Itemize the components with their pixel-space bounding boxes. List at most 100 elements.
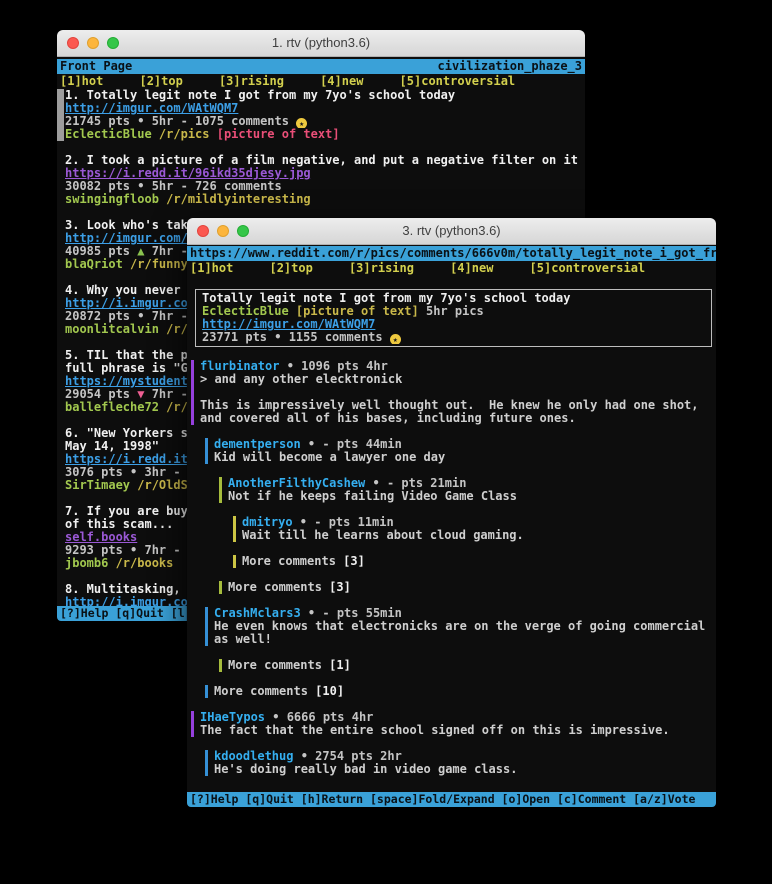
comment-author[interactable]: AnotherFilthyCashew <box>228 477 365 490</box>
post-link[interactable]: http://imgur.com/WAtWQM7 <box>65 102 238 115</box>
page-header-bar: Front Page civilization_phaze_3 <box>57 59 585 74</box>
post-link-visited[interactable]: https://i.redd.it/96ikd35djesy.jpg <box>65 167 311 180</box>
comment[interactable]: dementperson • - pts 44minKid will becom… <box>205 438 716 464</box>
meta-text: 30082 pts • 5hr - 726 comments <box>65 180 282 193</box>
subreddit-link[interactable]: /r/OldS <box>130 479 188 492</box>
comment-author[interactable]: dmitryo <box>242 516 293 529</box>
text-row: More comments [1] <box>228 659 716 672</box>
text-row: and covered all of his bases, including … <box>200 412 716 425</box>
comment[interactable]: AnotherFilthyCashew • - pts 21minNot if … <box>219 477 716 503</box>
more-comments[interactable]: More comments [3] <box>219 581 716 594</box>
comment-author[interactable]: kdoodlethug <box>214 750 293 763</box>
title-text: [3] <box>329 581 351 594</box>
post-link[interactable]: http://i.imgur.co <box>65 297 188 310</box>
more-comments[interactable]: More comments [10] <box>205 685 716 698</box>
title-text: 3. Look who's takin <box>65 219 202 232</box>
title-text: 4. Why you never <box>65 284 188 297</box>
text-row: https://i.redd.it/96ikd35djesy.jpg <box>65 167 585 180</box>
gilded-icon: ★ <box>390 334 401 344</box>
titlebar[interactable]: 3. rtv (python3.6) <box>187 218 716 245</box>
body-text: Kid will become a lawyer one day <box>214 451 445 464</box>
subreddit-link[interactable]: /r/funny <box>123 258 188 271</box>
selection-cursor <box>57 89 64 141</box>
post-item[interactable]: 2. I took a picture of a film negative, … <box>57 154 585 206</box>
body-text: and covered all of his bases, including … <box>200 412 576 425</box>
text-row: Kid will become a lawyer one day <box>214 451 716 464</box>
status-bar: [?]Help [q]Quit [h]Return [space]Fold/Ex… <box>187 792 716 807</box>
post-link[interactable]: http://imgur.com/WAtWQM7 <box>202 318 375 331</box>
subreddit-link[interactable]: /r/ <box>159 401 188 414</box>
body-text: He's doing really bad in video game clas… <box>214 763 517 776</box>
comment-list: flurbinator • 1096 pts 4hr> and any othe… <box>191 360 716 789</box>
post-link[interactable]: http://imgur.com/ <box>65 232 188 245</box>
username-link[interactable]: swingingfloob <box>65 193 159 206</box>
submission-box[interactable]: Totally legit note I got from my 7yo's s… <box>195 289 712 347</box>
text-row: EclecticBlue [picture of text] 5hr pics <box>202 305 705 318</box>
meta-text: 3076 pts • 3hr - <box>65 466 188 479</box>
text-row <box>200 386 716 399</box>
username-link[interactable]: blaQriot <box>65 258 123 271</box>
username-link[interactable]: moonlitcalvin <box>65 323 159 336</box>
title-text: [1] <box>329 659 351 672</box>
text-row: EclecticBlue /r/pics [picture of text] <box>65 128 585 141</box>
comment-author[interactable]: IHaeTypos <box>200 711 265 724</box>
text-row: 2. I took a picture of a film negative, … <box>65 154 585 167</box>
title-text: 2. I took a picture of a film negative, … <box>65 154 578 167</box>
text-row: 1. Totally legit note I got from my 7yo'… <box>65 89 585 102</box>
body-text: More comments <box>228 581 329 594</box>
comment[interactable]: kdoodlethug • 2754 pts 2hrHe's doing rea… <box>205 750 716 776</box>
text-row: Wait till he learns about cloud gaming. <box>242 529 716 542</box>
text-row: 21745 pts • 5hr - 1075 comments ★ <box>65 115 585 128</box>
sort-menu[interactable]: [1]hot [2]top [3]rising [4]new [5]contro… <box>57 74 585 89</box>
username-link[interactable]: ballefleche72 <box>65 401 159 414</box>
post-link[interactable]: http://i.imgur.co <box>65 596 188 606</box>
username-link[interactable]: jbomb6 <box>65 557 108 570</box>
titlebar[interactable]: 1. rtv (python3.6) <box>57 30 585 57</box>
post-item[interactable]: 1. Totally legit note I got from my 7yo'… <box>57 89 585 141</box>
title-text: of this scam... <box>65 518 173 531</box>
more-comments[interactable]: More comments [3] <box>233 555 716 568</box>
post-link[interactable]: https://i.redd.it <box>65 453 188 466</box>
comment-author[interactable]: flurbinator <box>200 360 279 373</box>
username-link[interactable]: EclecticBlue <box>202 305 289 318</box>
text-row: He even knows that electronicks are on t… <box>214 620 716 633</box>
comment-author[interactable]: CrashMclars3 <box>214 607 301 620</box>
text-row: The fact that the entire school signed o… <box>200 724 716 737</box>
post-link[interactable]: https://mystudent <box>65 375 188 388</box>
window-title: 1. rtv (python3.6) <box>57 30 585 56</box>
meta-text: 9293 pts • 7hr - <box>65 544 188 557</box>
post-link-visited[interactable]: self.books <box>65 531 137 544</box>
title-text: [10] <box>315 685 344 698</box>
subreddit-link[interactable]: /r/ <box>159 323 188 336</box>
meta-text: 21745 pts • 5hr - 1075 comments <box>65 115 296 128</box>
subreddit-link[interactable]: [picture of text] <box>289 305 419 318</box>
meta-text: 40985 pts <box>65 245 137 258</box>
text-row: as well! <box>214 633 716 646</box>
meta-text: • 6666 pts 4hr <box>265 711 373 724</box>
text-row: IHaeTypos • 6666 pts 4hr <box>200 711 716 724</box>
body-text: Wait till he learns about cloud gaming. <box>242 529 524 542</box>
terminal-comments: https://www.reddit.com/r/pics/comments/6… <box>187 245 716 807</box>
comment[interactable]: IHaeTypos • 6666 pts 4hrThe fact that th… <box>191 711 716 737</box>
comment[interactable]: CrashMclars3 • - pts 55minHe even knows … <box>205 607 716 646</box>
gilded-icon: ★ <box>296 118 307 128</box>
title-text: 1. Totally legit note I got from my 7yo'… <box>65 89 455 102</box>
more-comments[interactable]: More comments [1] <box>219 659 716 672</box>
meta-text: • - pts 55min <box>301 607 402 620</box>
meta-text: • 2754 pts 2hr <box>293 750 401 763</box>
subreddit-link[interactable]: /r/mildlyinteresting <box>159 193 311 206</box>
subreddit-link[interactable]: /r/books <box>108 557 173 570</box>
meta-text: 5hr pics <box>419 305 484 318</box>
title-text: 7. If you are buy <box>65 505 188 518</box>
sort-menu[interactable]: [1]hot [2]top [3]rising [4]new [5]contro… <box>187 261 716 276</box>
subreddit-link[interactable]: /r/pics <box>152 128 210 141</box>
comment-author[interactable]: dementperson <box>214 438 301 451</box>
comment[interactable]: flurbinator • 1096 pts 4hr> and any othe… <box>191 360 716 425</box>
username-link[interactable]: SirTimaey <box>65 479 130 492</box>
username-link[interactable]: EclecticBlue <box>65 128 152 141</box>
body-text: More comments <box>214 685 315 698</box>
text-row: swingingfloob /r/mildlyinteresting <box>65 193 585 206</box>
header-right-label: civilization_phaze_3 <box>438 60 583 73</box>
body-text: The fact that the entire school signed o… <box>200 724 670 737</box>
comment[interactable]: dmitryo • - pts 11minWait till he learns… <box>233 516 716 542</box>
